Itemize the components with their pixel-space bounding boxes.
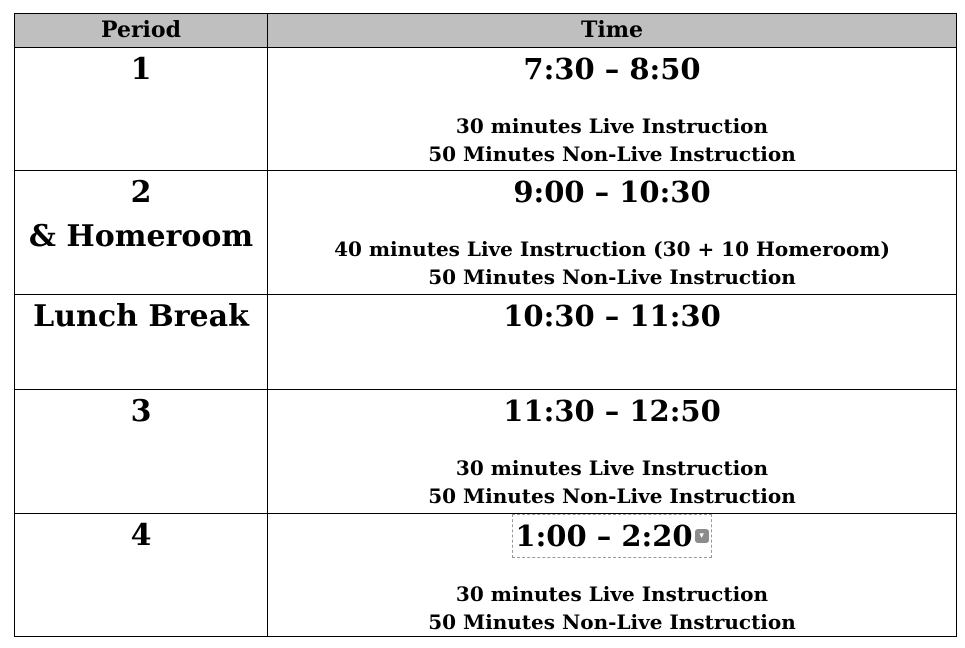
- live-instruction-note: 40 minutes Live Instruction (30 + 10 Hom…: [334, 237, 890, 261]
- non-live-instruction-note: 50 Minutes Non-Live Instruction: [428, 142, 796, 166]
- period-label: 2: [130, 175, 152, 210]
- period-label: 3: [130, 394, 152, 429]
- table-row: 2 & Homeroom 9:00 – 10:30 40 minutes Liv…: [14, 170, 957, 295]
- instruction-notes: 30 minutes Live Instruction 50 Minutes N…: [268, 454, 956, 510]
- time-range: 11:30 – 12:50: [503, 394, 721, 428]
- period-label: Lunch Break: [33, 299, 249, 334]
- instruction-notes: 30 minutes Live Instruction 50 Minutes N…: [268, 112, 956, 168]
- schedule-table: Period Time 1 7:30 – 8:50 30 minutes Liv…: [14, 13, 957, 637]
- time-range: 1:00 – 2:20: [515, 519, 693, 553]
- table-row: 3 11:30 – 12:50 30 minutes Live Instruct…: [14, 389, 957, 514]
- period-cell[interactable]: 4: [14, 513, 268, 637]
- non-live-instruction-note: 50 Minutes Non-Live Instruction: [428, 484, 796, 508]
- time-range-content-control[interactable]: 1:00 – 2:20 ▾: [512, 514, 712, 558]
- period-cell[interactable]: Lunch Break: [14, 294, 268, 390]
- non-live-instruction-note: 50 Minutes Non-Live Instruction: [428, 265, 796, 289]
- header-row: Period Time: [14, 13, 957, 48]
- table-row: Lunch Break 10:30 – 11:30: [14, 294, 957, 390]
- live-instruction-note: 30 minutes Live Instruction: [455, 114, 769, 138]
- period-cell[interactable]: 2 & Homeroom: [14, 170, 268, 295]
- instruction-notes: 30 minutes Live Instruction 50 Minutes N…: [268, 580, 956, 636]
- time-cell[interactable]: 7:30 – 8:50 30 minutes Live Instruction …: [267, 47, 957, 171]
- time-range: 10:30 – 11:30: [503, 299, 721, 333]
- table-header: Period Time: [14, 13, 957, 48]
- time-column-header: Time: [267, 13, 957, 48]
- period-label: 4: [130, 518, 152, 553]
- period-sublabel: & Homeroom: [28, 219, 254, 254]
- instruction-notes: 40 minutes Live Instruction (30 + 10 Hom…: [268, 235, 956, 291]
- non-live-instruction-note: 50 Minutes Non-Live Instruction: [428, 610, 796, 634]
- time-cell[interactable]: 10:30 – 11:30: [267, 294, 957, 390]
- chevron-down-icon[interactable]: ▾: [694, 529, 709, 543]
- live-instruction-note: 30 minutes Live Instruction: [455, 456, 769, 480]
- time-range: 9:00 – 10:30: [513, 175, 711, 209]
- period-label: 1: [130, 52, 152, 87]
- table-row: 4 1:00 – 2:20 ▾ 30 minutes Live Instructi…: [14, 513, 957, 637]
- live-instruction-note: 30 minutes Live Instruction: [455, 582, 769, 606]
- time-range: 7:30 – 8:50: [523, 52, 701, 86]
- time-cell[interactable]: 9:00 – 10:30 40 minutes Live Instruction…: [267, 170, 957, 295]
- time-cell[interactable]: 11:30 – 12:50 30 minutes Live Instructio…: [267, 389, 957, 514]
- period-cell[interactable]: 3: [14, 389, 268, 514]
- period-cell[interactable]: 1: [14, 47, 268, 171]
- period-column-header: Period: [14, 13, 268, 48]
- table-row: 1 7:30 – 8:50 30 minutes Live Instructio…: [14, 47, 957, 171]
- time-cell[interactable]: 1:00 – 2:20 ▾ 30 minutes Live Instruction…: [267, 513, 957, 637]
